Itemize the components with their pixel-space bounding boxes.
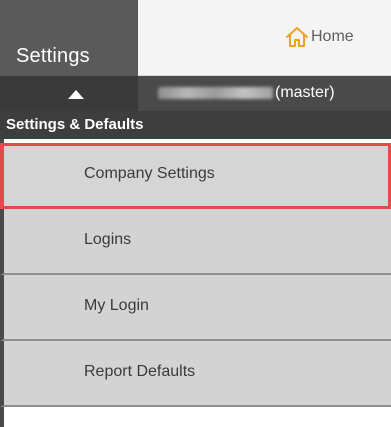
account-suffix: (master) [275,84,335,101]
home-link-label: Home [311,28,354,45]
settings-menu: Company Settings Logins My Login Report … [0,143,391,407]
tab-home-area: Home [138,0,391,76]
collapse-toggle[interactable] [0,76,138,111]
menu-item-logins[interactable]: Logins [0,209,391,275]
section-header: Settings & Defaults [0,111,391,139]
menu-item-company-settings[interactable]: Company Settings [0,143,391,209]
menu-item-label: Logins [84,231,132,248]
settings-tab-label: Settings [16,45,90,67]
home-icon [285,26,309,48]
menu-item-label: Company Settings [84,165,215,182]
tab-settings[interactable]: Settings [0,0,138,76]
redacted-account-name [158,87,273,99]
home-link[interactable]: Home [285,26,354,48]
account-strip: (master) [0,76,391,111]
menu-item-report-defaults[interactable]: Report Defaults [0,341,391,407]
settings-panel: Settings Home (master) Settings & Defaul… [0,0,391,427]
menu-item-label: Report Defaults [84,363,196,380]
caret-up-icon [68,90,84,99]
menu-item-my-login[interactable]: My Login [0,275,391,341]
menu-item-label: My Login [84,297,149,314]
account-selector[interactable]: (master) [138,76,391,111]
section-title: Settings & Defaults [6,116,144,133]
